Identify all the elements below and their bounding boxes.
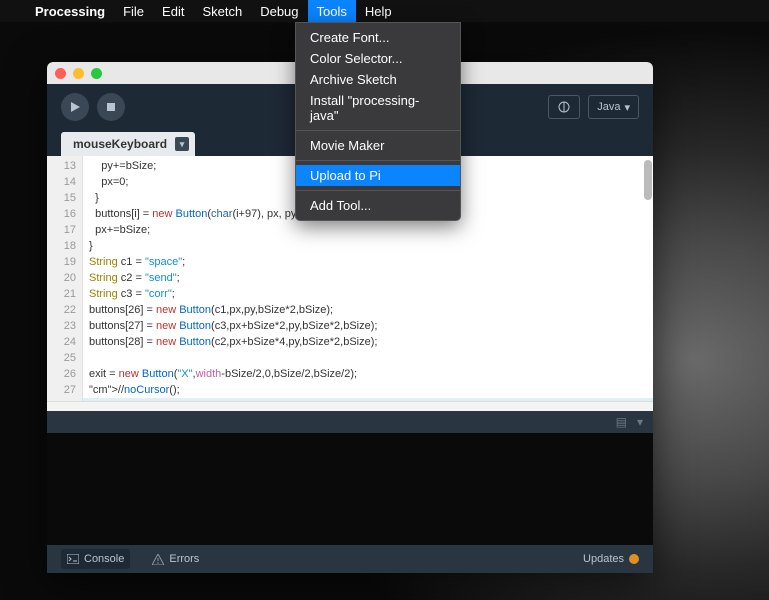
menu-sketch[interactable]: Sketch (193, 0, 251, 22)
console-tab[interactable]: Console (61, 549, 130, 569)
menu-item-movie-maker[interactable]: Movie Maker (296, 135, 460, 156)
menu-item-color-selector[interactable]: Color Selector... (296, 48, 460, 69)
console-icon (67, 554, 79, 564)
collapse-icon[interactable]: ▾ (637, 415, 643, 429)
menu-item-archive-sketch[interactable]: Archive Sketch (296, 69, 460, 90)
chevron-down-icon: ▾ (624, 101, 630, 114)
zoom-button[interactable] (91, 68, 102, 79)
macos-menubar: Processing File Edit Sketch Debug Tools … (0, 0, 769, 22)
menu-item-add-tool[interactable]: Add Tool... (296, 195, 460, 216)
butterfly-icon (557, 100, 571, 114)
tab-menu-icon[interactable]: ▾ (175, 137, 189, 151)
menu-separator (296, 190, 460, 191)
tab-mousekeyboard[interactable]: mouseKeyboard ▾ (61, 132, 195, 156)
menu-item-install-processing-java[interactable]: Install "processing-java" (296, 90, 460, 126)
warning-icon (152, 554, 164, 565)
run-button[interactable] (61, 93, 89, 121)
mode-selector[interactable]: Java▾ (588, 95, 639, 119)
horizontal-scrollbar[interactable] (47, 401, 653, 411)
toggle-panel-icon[interactable]: ▤ (616, 415, 627, 429)
close-button[interactable] (55, 68, 66, 79)
minimize-button[interactable] (73, 68, 84, 79)
debug-toggle-button[interactable] (548, 95, 580, 119)
menu-debug[interactable]: Debug (251, 0, 307, 22)
menu-separator (296, 160, 460, 161)
menu-app[interactable]: Processing (26, 0, 114, 22)
vertical-scrollbar[interactable] (644, 160, 652, 200)
errors-tab[interactable]: Errors (146, 549, 205, 569)
line-gutter: 13141516171819202122232425262728293031 (47, 156, 83, 411)
tools-dropdown: Create Font... Color Selector... Archive… (295, 22, 461, 221)
stop-button[interactable] (97, 93, 125, 121)
menu-separator (296, 130, 460, 131)
traffic-lights (55, 68, 102, 79)
stop-icon (105, 101, 117, 113)
menu-file[interactable]: File (114, 0, 153, 22)
play-icon (69, 101, 81, 113)
message-bar: ▤ ▾ (47, 411, 653, 433)
updates-indicator[interactable]: Updates (583, 553, 639, 565)
console-output[interactable] (47, 433, 653, 545)
menu-tools[interactable]: Tools (308, 0, 356, 22)
footer-bar: Console Errors Updates (47, 545, 653, 573)
update-badge-icon (629, 554, 639, 564)
menu-item-create-font[interactable]: Create Font... (296, 27, 460, 48)
menu-item-upload-to-pi[interactable]: Upload to Pi (296, 165, 460, 186)
menu-help[interactable]: Help (356, 0, 401, 22)
menu-edit[interactable]: Edit (153, 0, 193, 22)
